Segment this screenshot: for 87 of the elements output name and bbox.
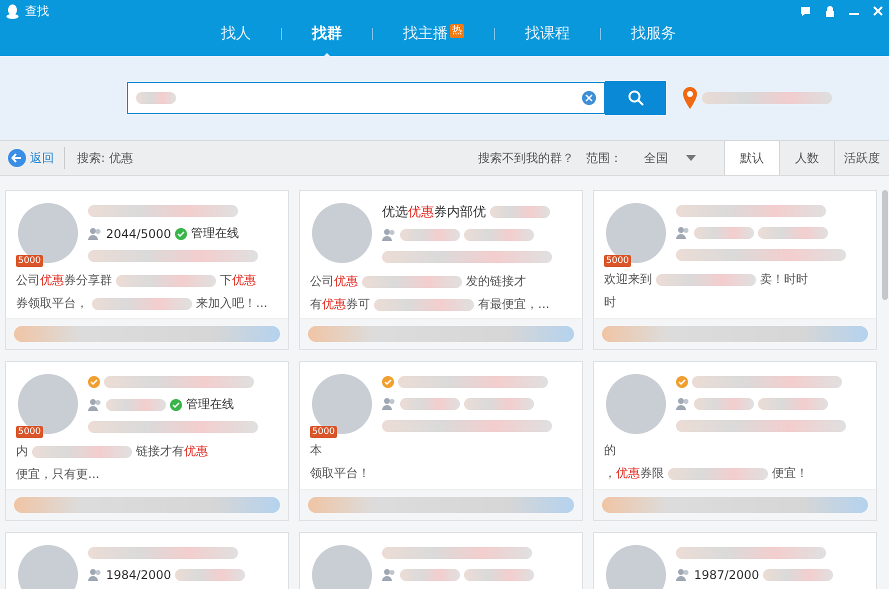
group-description: 便宜！ (772, 465, 808, 482)
people-icon (382, 569, 396, 581)
blurred-area (758, 398, 828, 410)
capacity-badge: 5000 (16, 426, 43, 438)
group-description: 内 (16, 443, 28, 460)
people-icon (676, 569, 690, 581)
group-description: 来加入吧！... (196, 295, 268, 312)
group-description: 下优惠 (220, 272, 256, 289)
back-button[interactable]: 返回 (0, 147, 65, 169)
group-avatar (606, 545, 666, 589)
group-description: 公司优惠 (310, 273, 358, 290)
group-card[interactable]: 5000 管理在线 内 链接才有优惠 便宜，只有更... (5, 361, 289, 521)
blurred-area (758, 227, 828, 239)
group-card[interactable]: 1987/2000 (593, 532, 877, 589)
blurred-area (763, 569, 834, 581)
blurred-area (490, 206, 550, 218)
group-card[interactable]: 的 ，优惠券限 便宜！ (593, 361, 877, 521)
group-card[interactable]: 5000 本 领取平台！ (299, 361, 583, 521)
group-description: 时 (604, 294, 616, 311)
sort-tab[interactable]: 默认 (724, 141, 779, 175)
group-description: 的 (604, 442, 616, 459)
close-icon[interactable] (873, 6, 883, 16)
group-description: 有最便宜，... (478, 296, 550, 313)
people-icon (88, 569, 102, 581)
blurred-area (400, 229, 460, 241)
check-circle-icon (170, 398, 182, 410)
member-count: 1987/2000 (694, 568, 760, 582)
clear-icon[interactable] (582, 91, 596, 105)
blurred-area (400, 569, 460, 581)
group-description: ，优惠券限 (604, 465, 664, 482)
group-description: 领取平台！ (310, 465, 370, 482)
blurred-area (136, 92, 176, 104)
group-description: 便宜，只有更... (16, 466, 100, 483)
location-pin-icon[interactable] (682, 86, 698, 110)
group-description: 有优惠券可 (310, 296, 370, 313)
penguin-icon (6, 4, 19, 18)
group-description: 本 (310, 442, 322, 459)
lock-icon[interactable] (825, 6, 835, 16)
check-circle-icon (175, 228, 188, 240)
group-avatar (312, 545, 372, 589)
people-icon (676, 227, 690, 239)
admin-status: 管理在线 (191, 225, 240, 242)
group-name: 优选优惠券内部优 (382, 204, 486, 221)
people-icon (88, 398, 102, 410)
capacity-badge: 5000 (310, 426, 337, 438)
search-icon (628, 90, 644, 106)
blurred-area (694, 227, 754, 239)
feedback-icon[interactable] (800, 6, 811, 16)
group-card[interactable]: 1984/2000 (5, 532, 289, 589)
capacity-badge: 5000 (604, 255, 631, 267)
group-card[interactable]: 5000 欢迎来到 卖！时时 时 (593, 190, 877, 350)
group-description: 发的链接才 (466, 273, 526, 290)
group-avatar (18, 545, 78, 589)
caret-icon (686, 155, 696, 161)
group-description: 公司优惠券分享群 (16, 272, 112, 289)
window-title: 查找 (25, 2, 49, 20)
scrollbar[interactable] (882, 190, 888, 300)
help-link[interactable]: 搜索不到我的群？ (478, 150, 574, 166)
sort-tab[interactable]: 人数 (779, 141, 834, 175)
search-button[interactable] (605, 81, 666, 115)
group-description: 券领取平台， (16, 295, 88, 312)
search-query: 搜索: 优惠 (77, 150, 133, 166)
blurred-area (175, 569, 246, 581)
sort-tab[interactable]: 活跃度 (834, 141, 889, 175)
admin-status: 管理在线 (186, 396, 234, 413)
group-card[interactable]: 优选优惠券内部优 公司优惠 发的链接才 有优惠券可 有最便宜，... (299, 190, 583, 350)
people-icon (382, 229, 396, 241)
group-description: 欢迎来到 (604, 271, 652, 288)
hot-badge: 热 (450, 24, 464, 38)
capacity-badge: 5000 (16, 255, 43, 267)
blurred-area (464, 398, 534, 410)
range-label: 范围： (586, 150, 622, 166)
member-count: 2044/5000 (106, 226, 172, 240)
group-description: 链接才有优惠 (136, 443, 208, 460)
group-description: 卖！时时 (760, 271, 808, 288)
blurred-area (106, 398, 166, 410)
member-count: 1984/2000 (106, 568, 172, 582)
range-dropdown[interactable]: 全国 (638, 148, 702, 168)
search-field[interactable] (127, 82, 605, 114)
blurred-area (400, 398, 460, 410)
people-icon (88, 228, 102, 240)
people-icon (382, 398, 396, 410)
group-card[interactable]: 5000 2044/5000 管理在线 公司优惠券分享群 下优惠 券领取平台， 来加入吧！... (5, 190, 289, 350)
blurred-area (694, 398, 754, 410)
people-icon (676, 398, 690, 410)
blurred-area (464, 229, 534, 241)
blurred-area (464, 569, 534, 581)
